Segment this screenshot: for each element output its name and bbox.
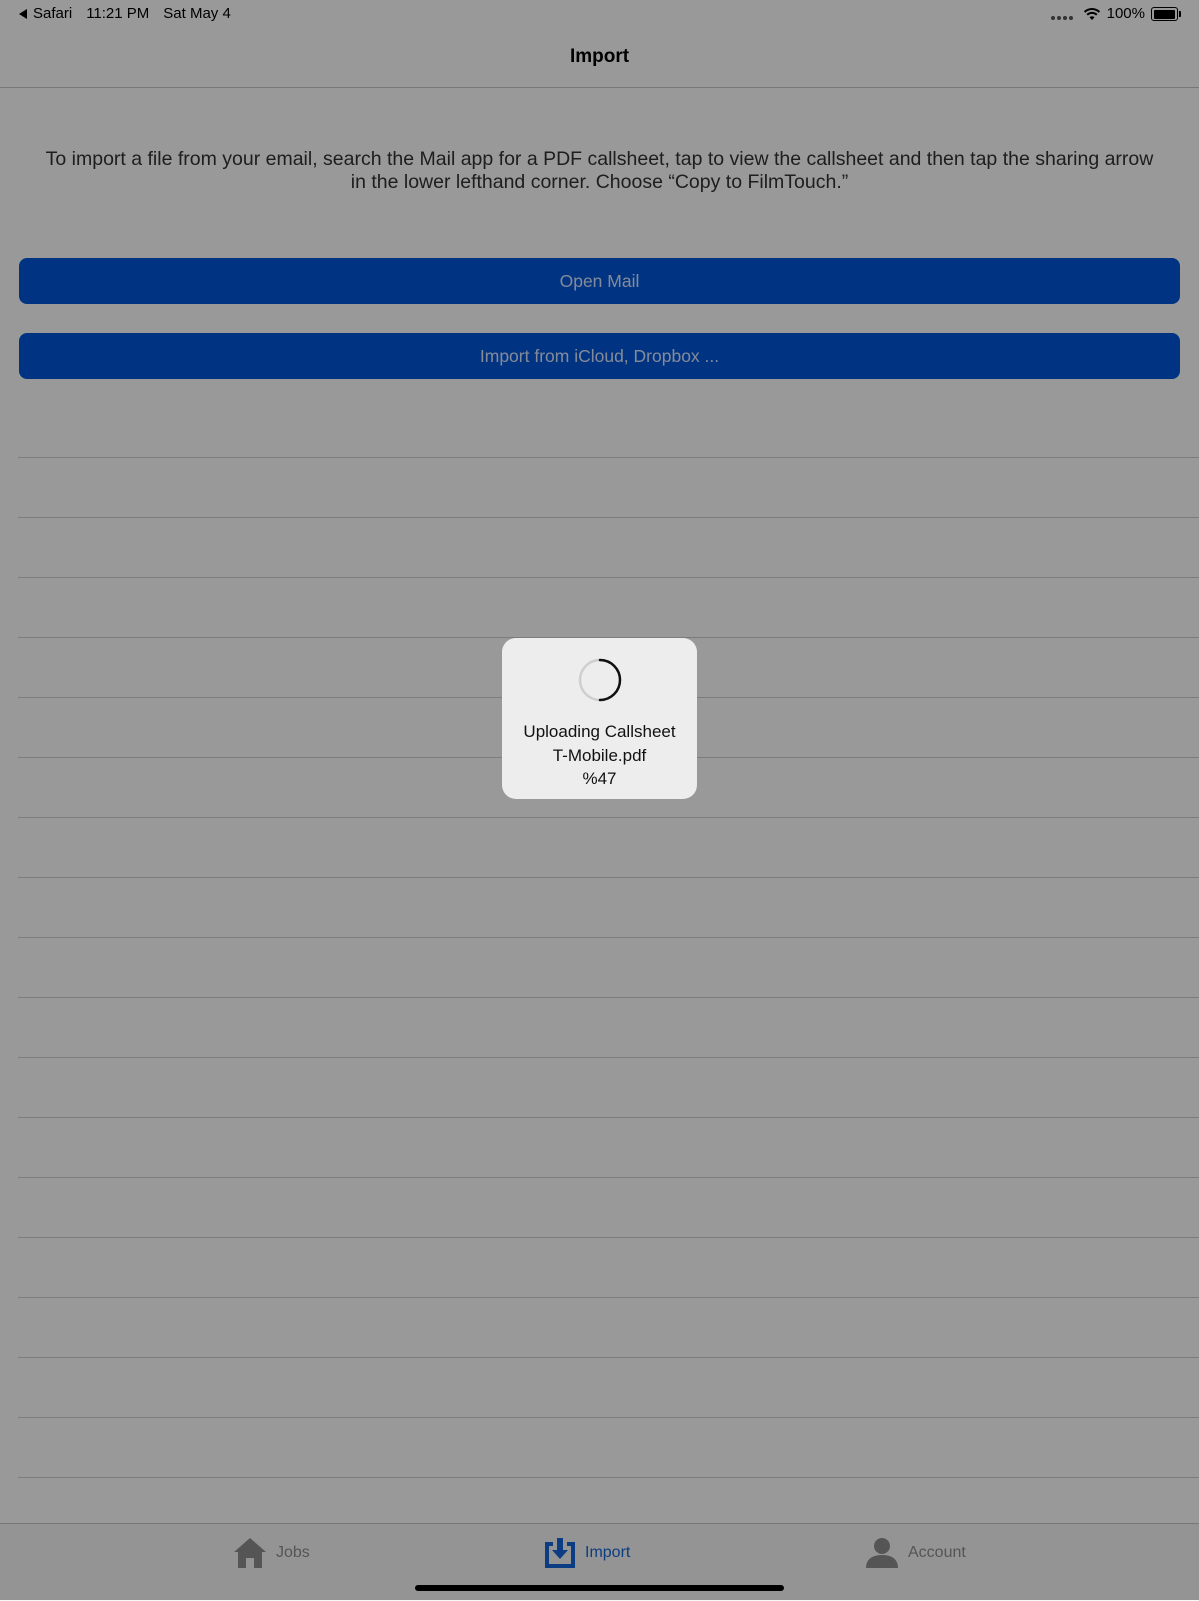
hud-title: Uploading Callsheet: [523, 722, 676, 741]
home-indicator[interactable]: [415, 1585, 784, 1591]
upload-progress-hud: Uploading Callsheet T-Mobile.pdf %47: [502, 638, 697, 799]
hud-message: Uploading Callsheet T-Mobile.pdf %47: [502, 720, 697, 791]
loading-spinner-icon: [578, 658, 622, 702]
hud-filename: T-Mobile.pdf: [552, 745, 647, 765]
hud-progress-percent: %47: [582, 769, 617, 788]
dim-overlay: [0, 0, 1199, 1600]
